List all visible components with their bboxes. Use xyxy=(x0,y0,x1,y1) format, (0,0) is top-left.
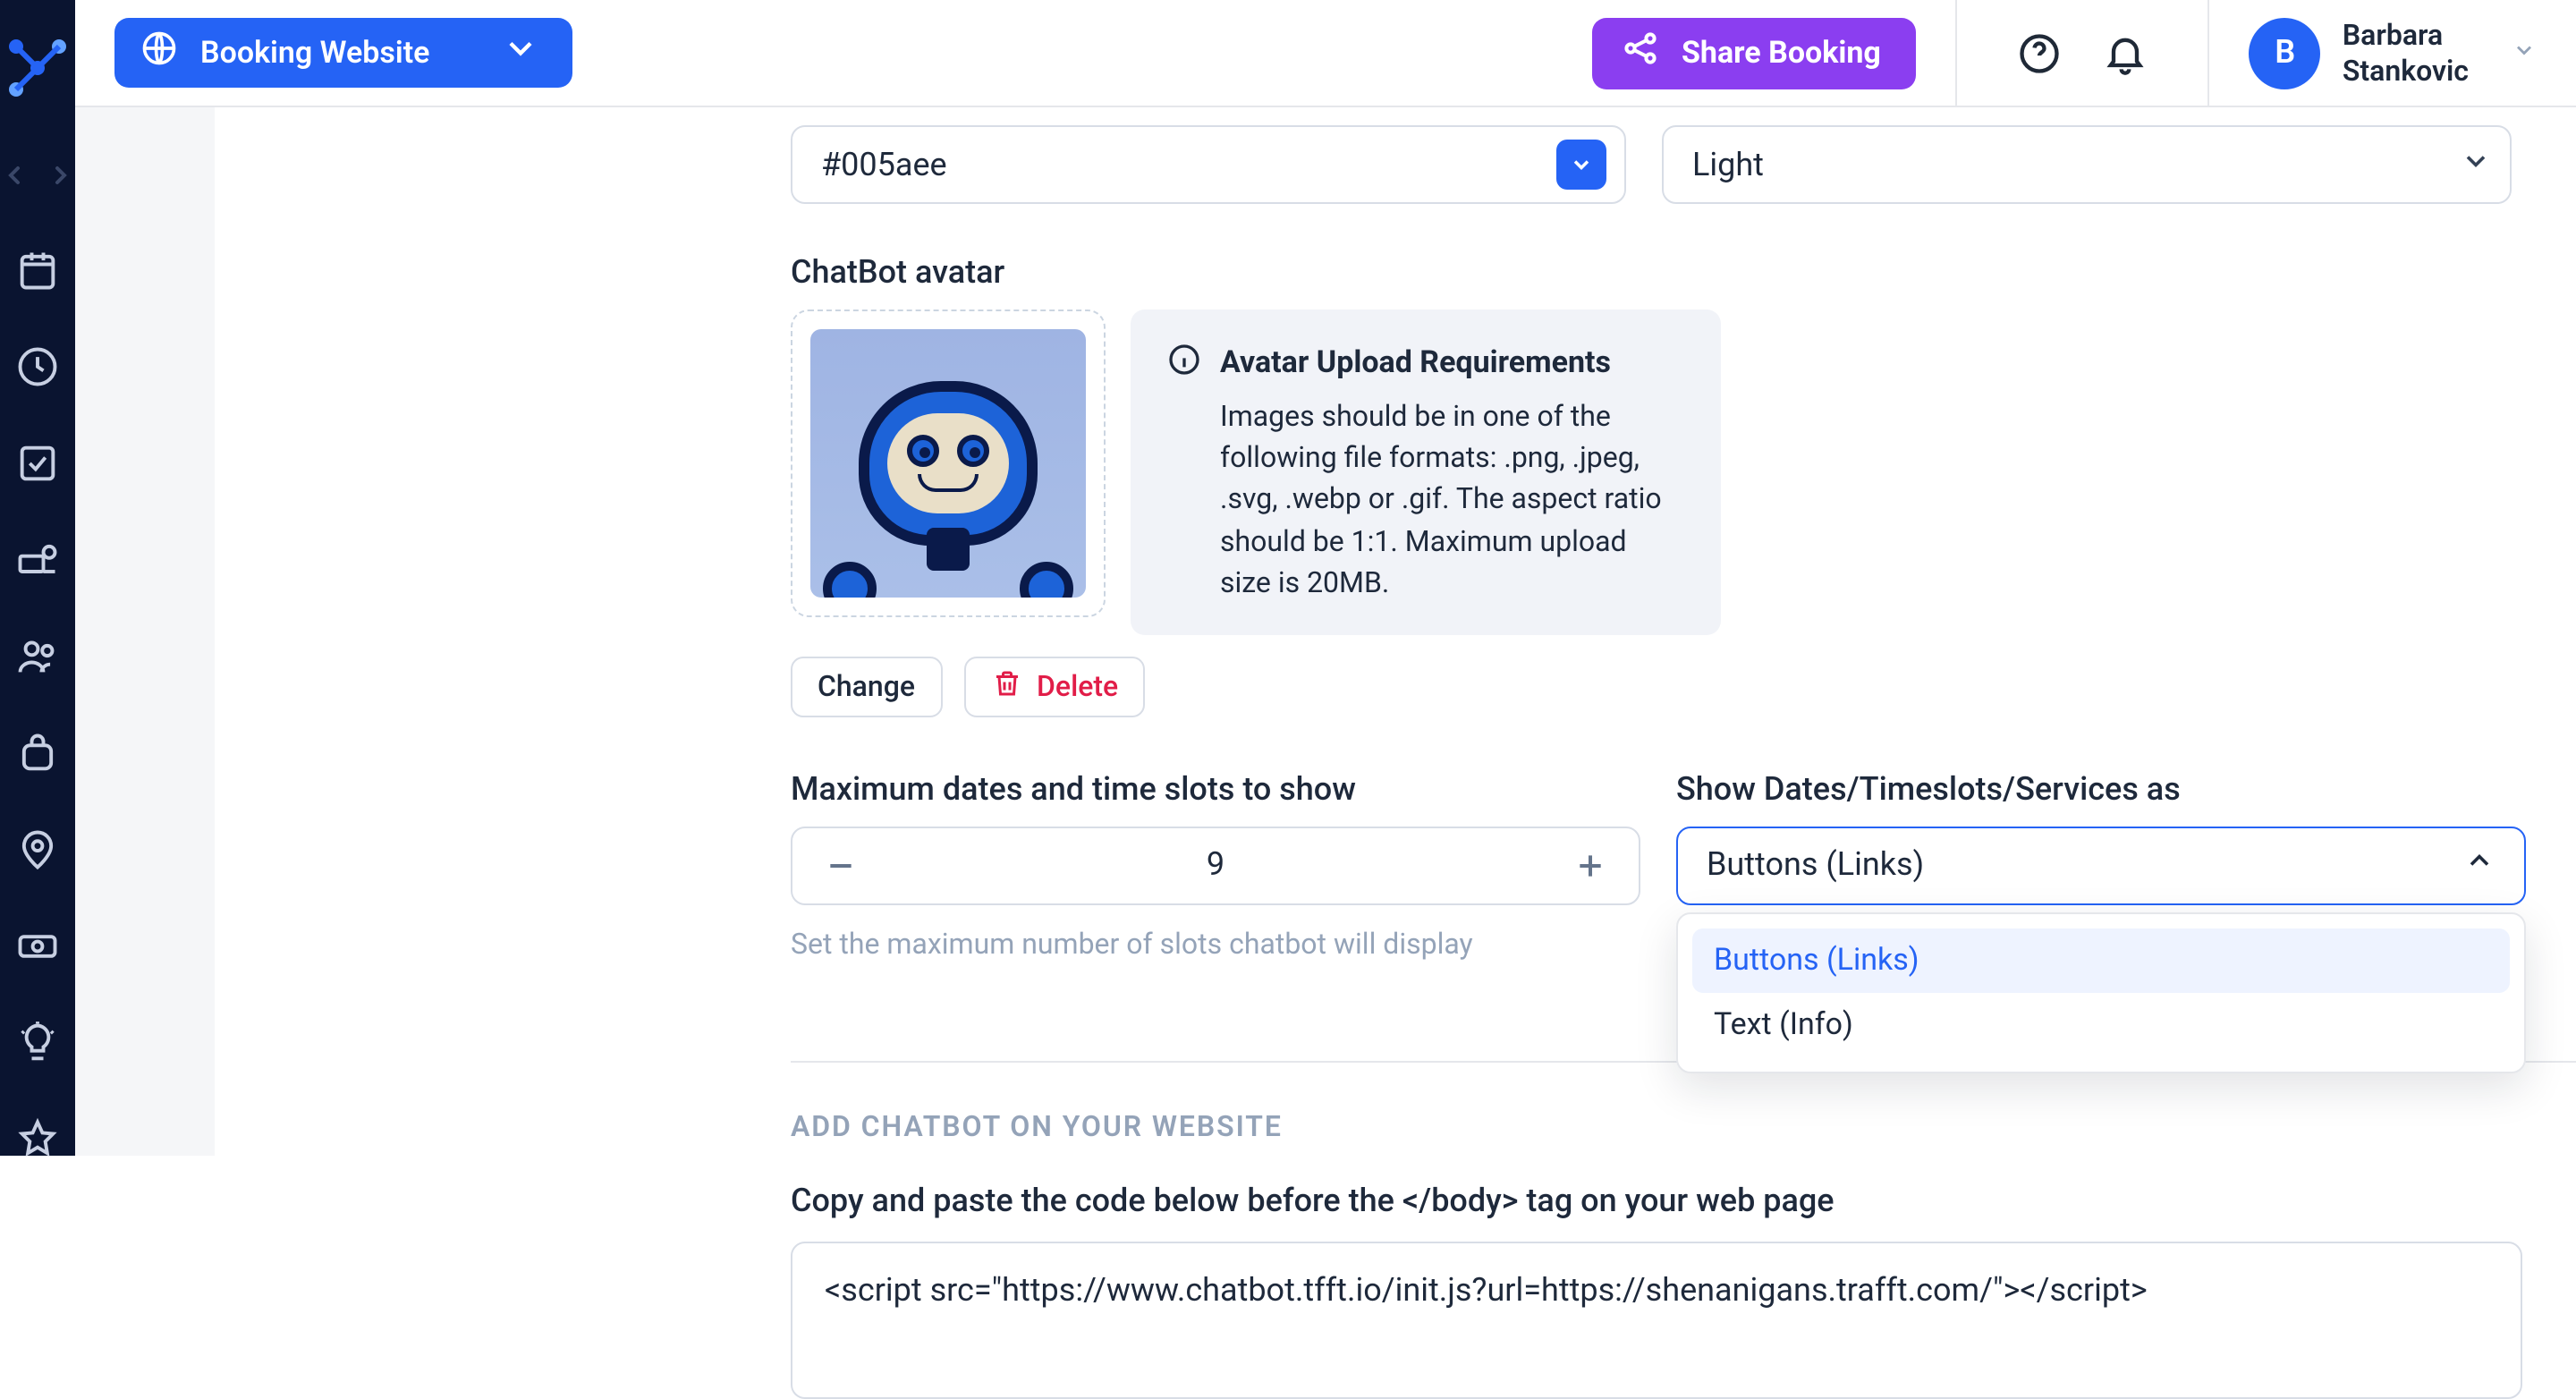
app-logo[interactable] xyxy=(2,32,73,111)
booking-website-selector[interactable]: Booking Website xyxy=(114,18,572,88)
show-as-select[interactable]: Buttons (Links) xyxy=(1676,827,2526,905)
max-slots-hint: Set the maximum number of slots chatbot … xyxy=(791,927,1640,961)
help-icon[interactable] xyxy=(2015,28,2065,78)
primary-color-input[interactable]: #005aee xyxy=(791,125,1626,204)
primary-color-value: #005aee xyxy=(821,146,947,183)
main: Booking Website Share Booking B Barbara … xyxy=(75,0,2576,1156)
avatar-image xyxy=(810,329,1086,598)
avatar-req-title: Avatar Upload Requirements xyxy=(1220,345,1611,381)
avatar: B xyxy=(2250,17,2321,89)
bell-icon[interactable] xyxy=(2101,28,2151,78)
user-first-name: Barbara xyxy=(2343,17,2469,53)
nav-arrows xyxy=(4,165,72,186)
avatar-upload-zone[interactable] xyxy=(791,309,1106,617)
share-booking-button[interactable]: Share Booking xyxy=(1592,17,1917,89)
minus-icon[interactable] xyxy=(821,846,860,886)
nav-pin-icon[interactable] xyxy=(2,827,73,873)
sidebar xyxy=(0,0,75,1156)
chevron-left-icon[interactable] xyxy=(4,165,25,186)
delete-avatar-button[interactable]: Delete xyxy=(963,657,1145,717)
nav-people-icon[interactable] xyxy=(2,633,73,680)
nav-check-icon[interactable] xyxy=(2,440,73,487)
avatar-requirements: Avatar Upload Requirements Images should… xyxy=(1131,309,1721,635)
globe-icon xyxy=(140,29,179,77)
nav-star-icon[interactable] xyxy=(2,1116,73,1163)
share-icon xyxy=(1621,29,1660,77)
user-last-name: Stankovic xyxy=(2343,53,2469,89)
chevron-down-icon xyxy=(2460,144,2492,185)
embed-code[interactable]: <script src="https://www.chatbot.tfft.io… xyxy=(791,1242,2522,1399)
chatbot-avatar-label: ChatBot avatar xyxy=(791,254,2576,292)
header: Booking Website Share Booking B Barbara … xyxy=(75,0,2576,107)
share-label: Share Booking xyxy=(1682,35,1881,71)
show-as-label: Show Dates/Timeslots/Services as xyxy=(1676,771,2526,809)
info-icon xyxy=(1166,342,1202,385)
show-as-option-buttons[interactable]: Buttons (Links) xyxy=(1692,928,2510,993)
user-menu[interactable]: B Barbara Stankovic xyxy=(2250,17,2537,89)
nav-bulb-icon[interactable] xyxy=(2,1020,73,1066)
change-avatar-button[interactable]: Change xyxy=(791,657,942,717)
embed-section-title: ADD CHATBOT ON YOUR WEBSITE xyxy=(791,1109,2576,1143)
settings-panel: #005aee Light ChatBot avatar xyxy=(215,107,2576,1399)
trash-icon xyxy=(990,667,1022,707)
user-name: Barbara Stankovic xyxy=(2343,17,2469,89)
chevron-down-icon xyxy=(2512,36,2537,70)
delete-label: Delete xyxy=(1037,670,1118,704)
chevron-right-icon[interactable] xyxy=(50,165,72,186)
theme-value: Light xyxy=(1692,146,1764,183)
chevron-up-icon xyxy=(2463,845,2496,886)
booking-website-label: Booking Website xyxy=(200,35,429,71)
plus-icon[interactable] xyxy=(1571,846,1610,886)
max-slots-stepper[interactable]: 9 xyxy=(791,827,1640,905)
chevron-down-icon xyxy=(501,29,540,77)
nav-clock-icon[interactable] xyxy=(2,343,73,390)
max-slots-label: Maximum dates and time slots to show xyxy=(791,771,1640,809)
nav-bag-icon[interactable] xyxy=(2,730,73,776)
show-as-option-text[interactable]: Text (Info) xyxy=(1692,993,2510,1057)
show-as-value: Buttons (Links) xyxy=(1707,847,1924,885)
change-label: Change xyxy=(818,670,915,704)
show-as-dropdown: Buttons (Links) Text (Info) xyxy=(1676,912,2526,1073)
color-swatch[interactable] xyxy=(1556,140,1606,190)
max-slots-value: 9 xyxy=(1207,847,1224,885)
avatar-req-body: Images should be in one of the following… xyxy=(1166,395,1682,603)
content: #005aee Light ChatBot avatar xyxy=(75,107,2576,1399)
nav-calendar-icon[interactable] xyxy=(2,247,73,293)
theme-select[interactable]: Light xyxy=(1662,125,2512,204)
nav-money-icon[interactable] xyxy=(2,923,73,970)
nav-service-icon[interactable] xyxy=(2,537,73,583)
embed-copy-label: Copy and paste the code below before the… xyxy=(791,1183,2576,1220)
